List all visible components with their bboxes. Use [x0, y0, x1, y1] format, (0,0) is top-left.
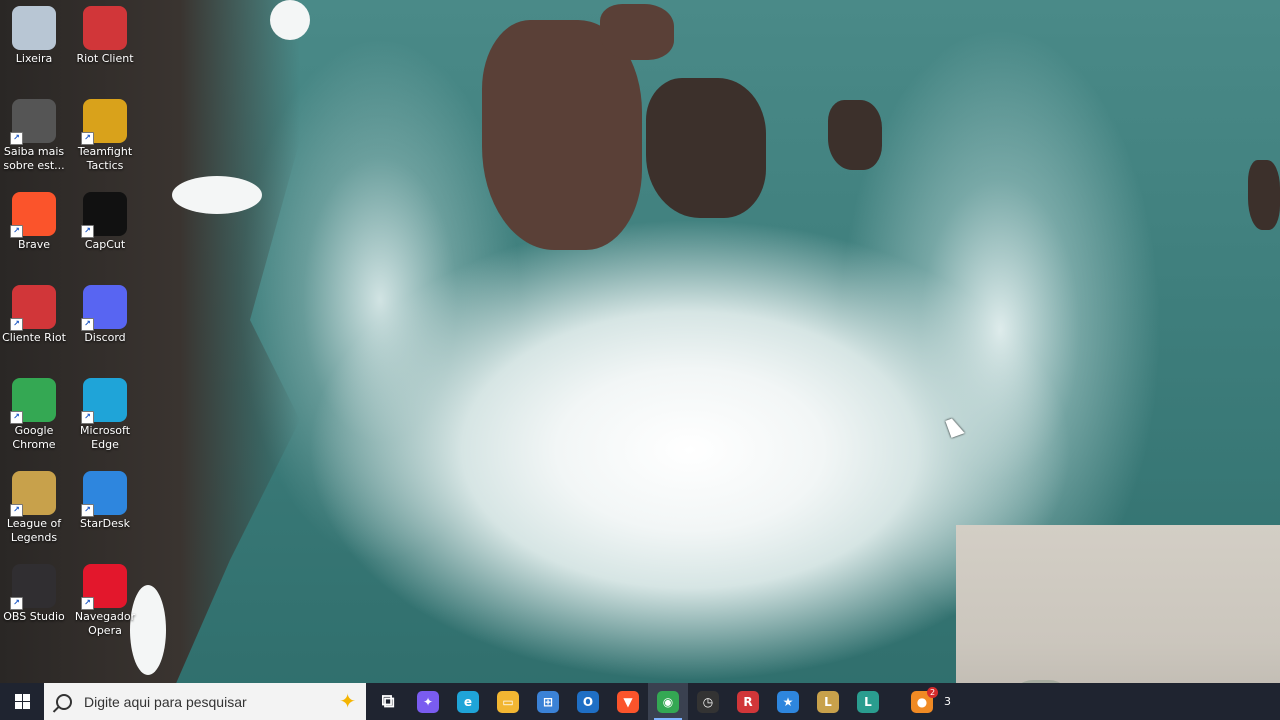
edge-icon: ↗	[81, 378, 127, 424]
search-placeholder: Digite aqui para pesquisar	[84, 693, 247, 710]
taskbar-league-of-legends[interactable]: L	[808, 683, 848, 720]
stardesk-icon: ★	[777, 690, 799, 713]
mouse-cursor	[945, 416, 965, 438]
desktop-icon-label: League of Legends	[6, 517, 62, 544]
league-of-legends-icon: L	[857, 690, 879, 713]
shortcut-arrow-icon: ↗	[81, 597, 94, 610]
stardesk-icon: ↗	[81, 471, 127, 517]
desktop-icon[interactable]: Riot Client	[70, 2, 140, 66]
task-view-icon: ⧉	[381, 691, 395, 712]
opera-icon: ↗	[81, 564, 127, 610]
taskbar-league-client[interactable]: L	[848, 683, 888, 720]
desktop-icon-label: Lixeira	[15, 52, 53, 65]
taskbar-stardesk[interactable]: ★	[768, 683, 808, 720]
desktop-icon[interactable]: ↗ Discord	[70, 281, 140, 345]
shortcut-arrow-icon: ↗	[10, 225, 23, 238]
obs-studio-icon: ↗	[10, 564, 56, 610]
riot-client-icon: R	[737, 690, 759, 713]
start-button[interactable]	[0, 683, 44, 720]
desktop-icon-label: Brave	[17, 238, 51, 251]
shortcut-arrow-icon: ↗	[81, 504, 94, 517]
shortcut-arrow-icon: ↗	[81, 411, 94, 424]
desktop-icon-label: Google Chrome	[12, 424, 56, 451]
taskbar-microsoft-store[interactable]: ⊞	[528, 683, 568, 720]
shortcut-arrow-icon: ↗	[10, 504, 23, 517]
shortcut-arrow-icon: ↗	[10, 597, 23, 610]
desktop-icon[interactable]: ↗ CapCut	[70, 188, 140, 252]
league-of-legends-icon: ↗	[10, 471, 56, 517]
wallpaper-rock	[646, 78, 766, 218]
taskbar-chrome[interactable]: ◉	[648, 683, 688, 720]
shortcut-arrow-icon: ↗	[10, 318, 23, 331]
desktop-icon-label: Microsoft Edge	[79, 424, 131, 451]
taskbar-task-view[interactable]: ⧉	[368, 683, 408, 720]
desktop-icon[interactable]: ↗ Google Chrome	[0, 374, 69, 452]
taskbar-pinned-apps: ⧉ ✦ e ▭ ⊞ O ▼ ◉ ◷ R ★ L L ● 2	[368, 683, 942, 720]
taskbar-recorder[interactable]: ◷	[688, 683, 728, 720]
wallpaper-snow	[172, 176, 262, 214]
desktop-icon-label: CapCut	[84, 238, 126, 251]
taskbar-spacer	[888, 683, 902, 720]
desktop-icon[interactable]: ↗ Cliente Riot	[0, 281, 69, 345]
taskbar-edge[interactable]: e	[448, 683, 488, 720]
chrome-icon: ◉	[657, 690, 679, 713]
search-icon	[56, 693, 72, 710]
desktop-icon[interactable]: ↗ Brave	[0, 188, 69, 252]
taskbar-file-explorer[interactable]: ▭	[488, 683, 528, 720]
discord-icon: ↗	[81, 285, 127, 331]
store-icon: ⊞	[537, 690, 559, 713]
wallpaper-rock	[828, 100, 882, 170]
desktop-icon[interactable]: ↗ OBS Studio	[0, 560, 69, 624]
league-of-legends-icon: L	[817, 690, 839, 713]
windows-icon	[14, 694, 30, 709]
notification-badge: 2	[927, 687, 938, 698]
taskbar-outlook[interactable]: O	[568, 683, 608, 720]
taskbar-brave[interactable]: ▼	[608, 683, 648, 720]
shortcut-arrow-icon: ↗	[81, 132, 94, 145]
desktop-icon[interactable]: Lixeira	[0, 2, 69, 66]
copilot-icon: ✦	[417, 690, 439, 713]
outlook-icon: O	[577, 690, 599, 713]
taskbar-copilot[interactable]: ✦	[408, 683, 448, 720]
capcut-icon: ↗	[81, 192, 127, 238]
shortcut-arrow-icon: ↗	[81, 318, 94, 331]
folder-icon: ▭	[497, 690, 519, 713]
shortcut-arrow-icon: ↗	[81, 225, 94, 238]
taskbar-search-box[interactable]: Digite aqui para pesquisar ✦	[44, 683, 366, 720]
teamfight-tactics-icon: ↗	[81, 99, 127, 145]
riot-client-icon	[83, 6, 127, 50]
taskbar-overflow-text: 3	[944, 695, 951, 708]
shortcut-arrow-icon: ↗	[10, 411, 23, 424]
taskbar-riot-client[interactable]: R	[728, 683, 768, 720]
desktop-icon[interactable]: ↗ StarDesk	[70, 467, 140, 531]
desktop-icon[interactable]: ↗ Saiba mais sobre est...	[0, 95, 69, 173]
wallpaper-rock	[1248, 160, 1280, 230]
desktop-icon-label: Teamfight Tactics	[77, 145, 133, 172]
desktop-icon-label: Discord	[84, 331, 126, 344]
shortcut-arrow-icon: ↗	[10, 132, 23, 145]
search-highlight-icon: ✦	[339, 689, 356, 713]
recycle-bin-icon	[12, 6, 56, 50]
desktop-icon-label: Riot Client	[76, 52, 134, 65]
taskbar-firefox-like[interactable]: ● 2	[902, 683, 942, 720]
desktop-icon[interactable]: ↗ Microsoft Edge	[70, 374, 140, 452]
chrome-icon: ↗	[10, 378, 56, 424]
recorder-icon: ◷	[697, 690, 719, 713]
edge-icon: e	[457, 690, 479, 713]
desktop-icon[interactable]: ↗ Navegador Opera	[70, 560, 140, 638]
brave-icon: ▼	[617, 690, 639, 713]
brave-icon: ↗	[10, 192, 56, 238]
desktop-icon-label: Saiba mais sobre est...	[3, 145, 65, 172]
desktop-icon[interactable]: ↗ Teamfight Tactics	[70, 95, 140, 173]
wallpaper-snow	[270, 0, 310, 40]
desktop-icon-label: StarDesk	[80, 517, 130, 530]
desktop-icon-label: Navegador Opera	[74, 610, 136, 637]
desktop-icon-label: Cliente Riot	[2, 331, 66, 344]
riot-client-icon: ↗	[10, 285, 56, 331]
desktop-icon[interactable]: ↗ League of Legends	[0, 467, 69, 545]
learn-more-icon: ↗	[10, 99, 56, 145]
taskbar: Digite aqui para pesquisar ✦ ⧉ ✦ e ▭ ⊞ O ▼ ◉ ◷ R ★…	[0, 683, 1280, 720]
wallpaper-rock	[600, 4, 674, 60]
desktop-icon-label: OBS Studio	[3, 610, 65, 623]
